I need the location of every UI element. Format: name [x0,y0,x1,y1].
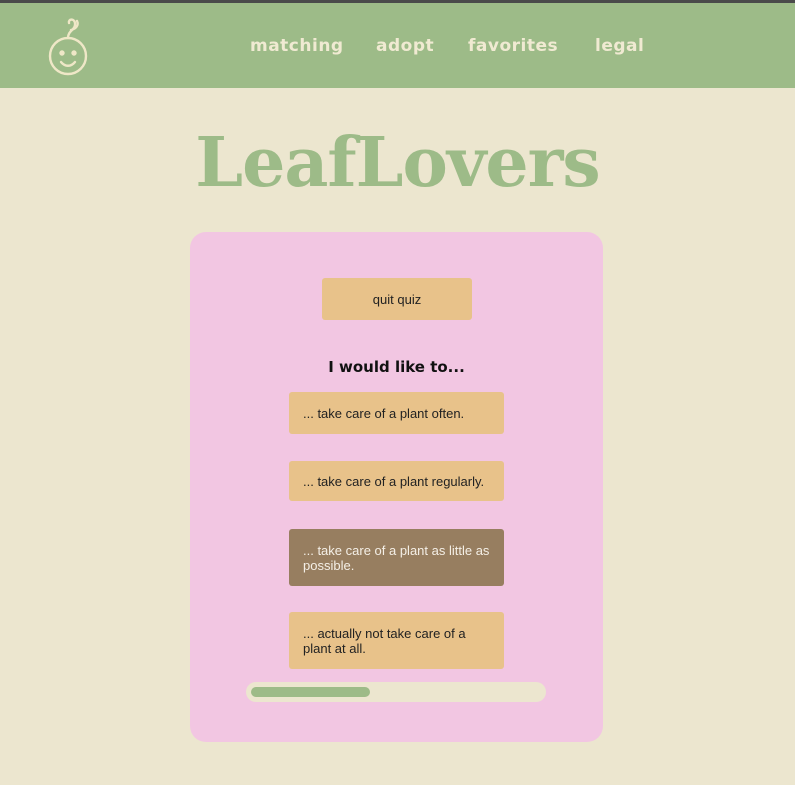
quiz-option-not-at-all[interactable]: ... actually not take care of a plant at… [289,612,504,669]
nav-link-legal[interactable]: legal [595,36,644,56]
brand-title: LeafLovers [195,123,600,203]
quiz-option-often[interactable]: ... take care of a plant often. [289,392,504,434]
nav-link-favorites[interactable]: favorites [468,36,558,56]
quiz-progress-bar [246,682,546,702]
nav-link-adopt[interactable]: adopt [376,36,434,56]
quiz-option-little[interactable]: ... take care of a plant as little as po… [289,529,504,586]
baby-sprout-icon[interactable] [46,13,90,79]
quiz-progress-fill [251,687,370,697]
nav-link-matching[interactable]: matching [250,36,344,56]
quiz-question: I would like to... [328,358,465,376]
quit-quiz-button[interactable]: quit quiz [322,278,472,320]
navbar: matching adopt favorites legal [0,3,795,88]
quiz-option-regularly[interactable]: ... take care of a plant regularly. [289,461,504,501]
quiz-card: quit quiz I would like to... ... take ca… [190,232,603,742]
